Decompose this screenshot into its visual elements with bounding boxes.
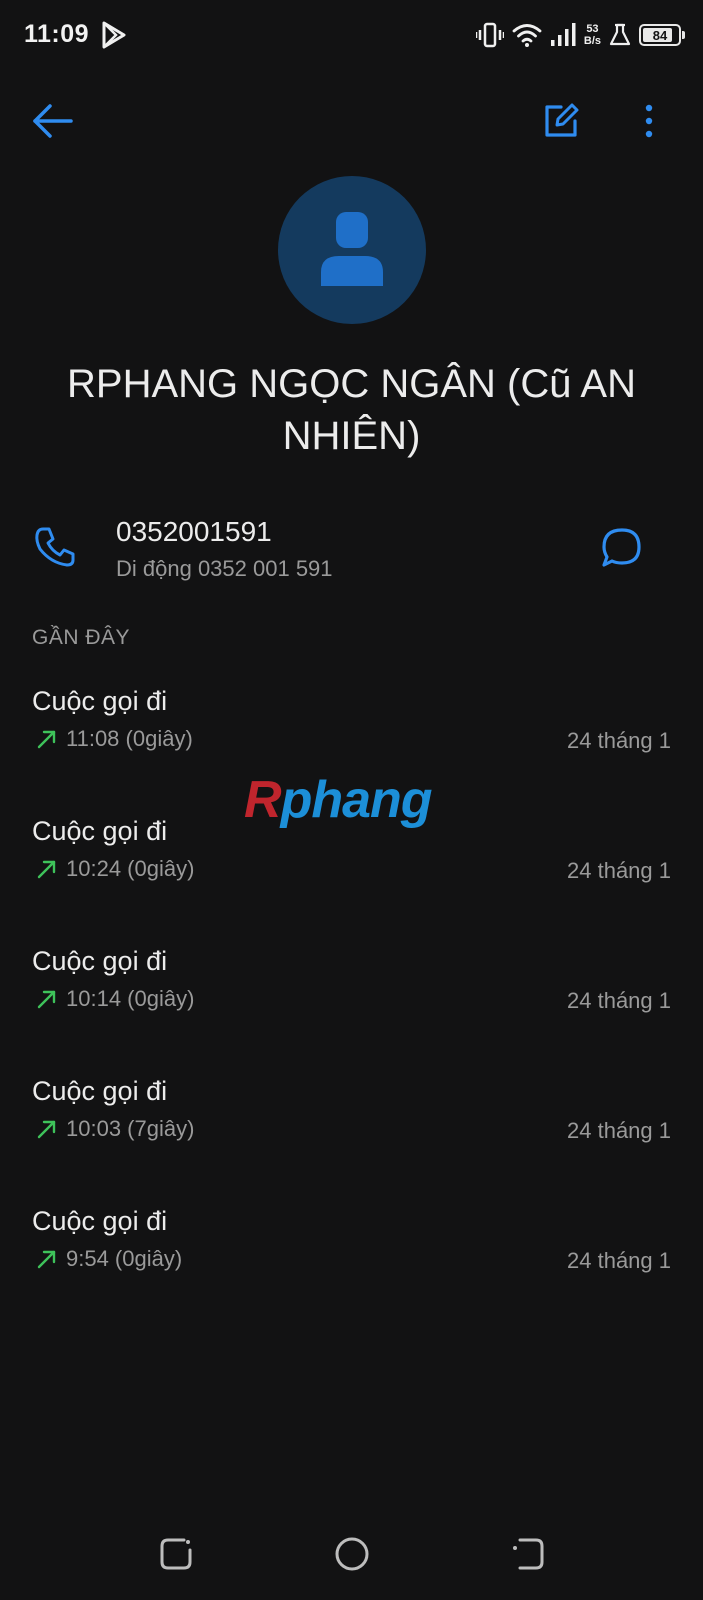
- network-speed-value: 53: [586, 23, 599, 35]
- nav-recents-button[interactable]: [158, 1536, 194, 1572]
- call-date: 24 tháng 1: [567, 858, 671, 883]
- phone-detail: Di động 0352 001 591: [116, 556, 333, 581]
- call-time: 10:14 (0giây): [66, 986, 195, 1011]
- battery-level: 84: [652, 27, 668, 43]
- edit-icon: [545, 103, 579, 137]
- contact-avatar: [278, 176, 426, 324]
- call-time: 11:08 (0giây): [66, 726, 193, 751]
- call-history-item[interactable]: Cuộc gọi đi 10:03 (7giây) 24 tháng 1: [0, 1076, 703, 1196]
- call-history-item[interactable]: Cuộc gọi đi 9:54 (0giây) 24 tháng 1: [0, 1206, 703, 1326]
- call-type: Cuộc gọi đi: [32, 816, 168, 846]
- status-icons: 53 B/s 84: [475, 18, 685, 52]
- message-button[interactable]: [600, 526, 644, 570]
- contact-detail-screen: 11:09 53 B/s 84 RPHANG NGỌC NGÂN (Cũ AN …: [0, 0, 703, 1600]
- lab-icon: [609, 23, 631, 46]
- call-history-item[interactable]: Cuộc gọi đi 10:24 (0giây) 24 tháng 1: [0, 816, 703, 936]
- outgoing-call-icon: [37, 1250, 56, 1269]
- network-speed-unit: B/s: [583, 35, 601, 47]
- vibrate-icon: [475, 22, 504, 48]
- call-date: 24 tháng 1: [567, 988, 671, 1013]
- outgoing-call-icon: [37, 1120, 56, 1139]
- call-type: Cuộc gọi đi: [32, 1076, 168, 1106]
- watermark-first-letter: R: [244, 771, 282, 829]
- call-button[interactable]: [34, 526, 76, 568]
- call-date: 24 tháng 1: [567, 728, 671, 753]
- phone-number[interactable]: 0352001591: [116, 516, 272, 548]
- wifi-icon: [512, 24, 542, 47]
- call-time: 10:03 (7giây): [66, 1116, 195, 1141]
- person-icon: [321, 212, 383, 286]
- watermark-rest: phang: [280, 771, 433, 829]
- status-bar: 11:09 53 B/s 84: [0, 0, 703, 72]
- network-speed: 53 B/s: [584, 23, 601, 47]
- play-store-icon: [102, 21, 126, 49]
- nav-back-button[interactable]: [510, 1536, 546, 1572]
- call-type: Cuộc gọi đi: [32, 1206, 168, 1236]
- outgoing-call-icon: [37, 990, 56, 1009]
- status-time: 11:09: [24, 20, 90, 48]
- call-history-item[interactable]: Cuộc gọi đi 10:14 (0giây) 24 tháng 1: [0, 946, 703, 1066]
- outgoing-call-icon: [37, 730, 56, 749]
- battery-icon: 84: [639, 24, 685, 46]
- nav-home-button[interactable]: [334, 1536, 370, 1572]
- call-time: 10:24 (0giây): [66, 856, 195, 881]
- outgoing-call-icon: [37, 860, 56, 879]
- more-vert-icon: [645, 104, 653, 138]
- arrow-left-icon: [33, 104, 73, 138]
- call-time: 9:54 (0giây): [66, 1246, 183, 1271]
- signal-icon: [550, 23, 576, 46]
- edit-contact-button[interactable]: [540, 100, 582, 142]
- call-date: 24 tháng 1: [567, 1118, 671, 1143]
- call-type: Cuộc gọi đi: [32, 946, 168, 976]
- call-date: 24 tháng 1: [567, 1248, 671, 1273]
- back-button[interactable]: [30, 100, 76, 142]
- more-options-button[interactable]: [628, 100, 670, 142]
- contact-name: RPHANG NGỌC NGÂN (Cũ AN NHIÊN): [67, 362, 636, 458]
- recent-section-header: GẦN ĐÂY: [32, 626, 131, 649]
- call-type: Cuộc gọi đi: [32, 686, 168, 716]
- watermark-logo: Rphang: [244, 770, 433, 830]
